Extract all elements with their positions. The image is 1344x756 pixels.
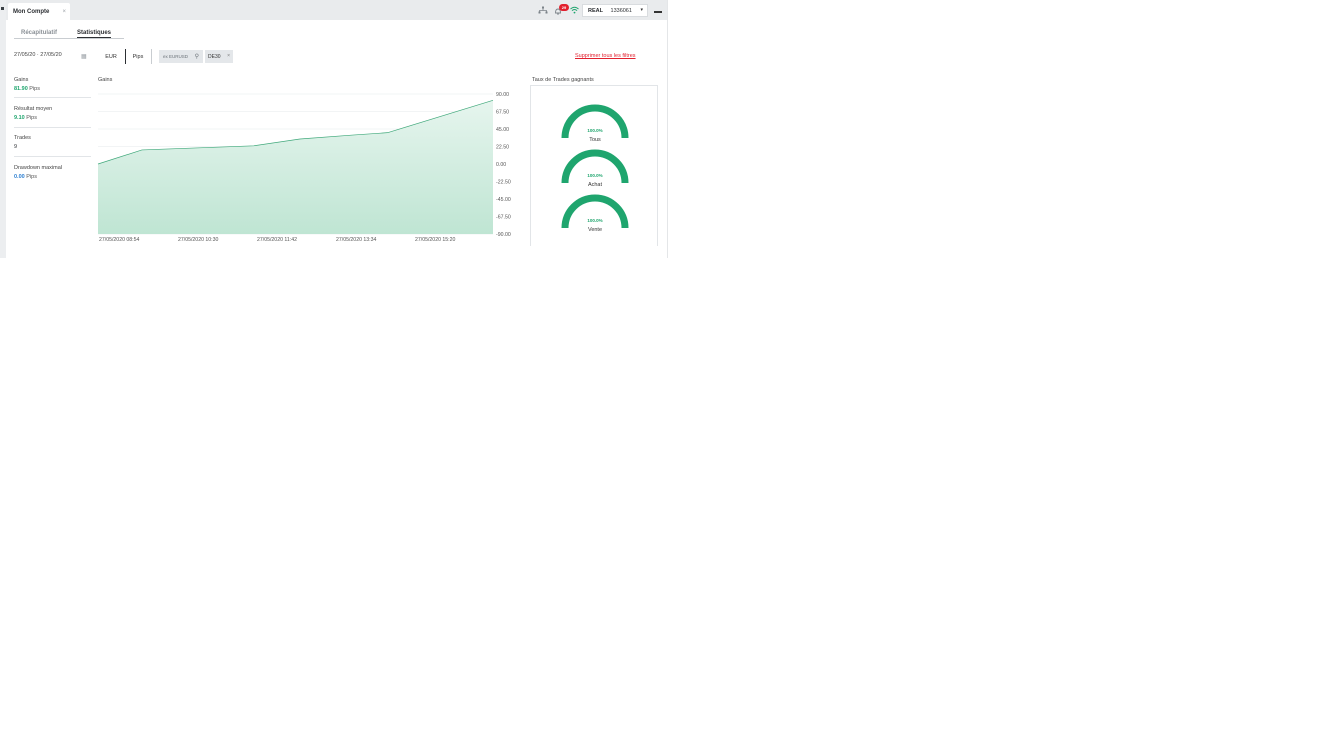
x-tick-label: 27/05/2020 10:30 <box>178 237 219 243</box>
gauge-value: 100.0% <box>587 218 603 223</box>
instrument-chip[interactable]: DE30 × <box>205 50 233 63</box>
gauge-buy: 100.0% Achat <box>560 147 630 189</box>
delete-filters-link[interactable]: Supprimer tous les filtres <box>575 53 636 59</box>
account-selector[interactable]: REAL 1336061 ▾ <box>582 4 648 17</box>
account-type: REAL <box>588 8 603 14</box>
tab-mon-compte[interactable]: Mon Compte × <box>8 3 70 20</box>
gauge-arc <box>561 104 629 139</box>
y-tick-label: 67.50 <box>496 110 509 116</box>
y-tick-label: -22.50 <box>496 180 511 186</box>
network-icon[interactable] <box>538 6 548 15</box>
gauge-label: Tous <box>589 137 601 143</box>
stat-divider <box>14 127 91 128</box>
notification-badge: 29 <box>559 4 569 11</box>
stat-label: Résultat moyen <box>14 106 53 112</box>
date-range-input[interactable]: 27/05/20 · 27/05/20 <box>14 52 62 58</box>
left-rail <box>0 0 6 258</box>
stat-unit: Pips <box>29 86 40 92</box>
winrate-title: Taux de Trades gagnants <box>532 77 594 83</box>
account-number: 1336061 <box>610 8 632 14</box>
tab-label: Mon Compte <box>13 9 50 15</box>
gauge-value: 100.0% <box>587 128 603 133</box>
stat-gains: Gains 81.90 Pips <box>14 77 91 92</box>
gauge-arc <box>561 149 629 184</box>
unit-toggle-pips[interactable]: Pips <box>129 49 147 64</box>
search-icon[interactable]: ⚲ <box>195 53 199 60</box>
stat-average-result: Résultat moyen 9.10 Pips <box>14 106 91 121</box>
y-tick-label: 90.00 <box>496 92 509 98</box>
stat-value: 9 <box>14 144 18 150</box>
x-tick-label: 27/05/2020 11:42 <box>257 237 297 243</box>
search-placeholder: ex EURUSD <box>163 54 189 59</box>
gains-chart-title: Gains <box>98 77 113 83</box>
gauge-label: Achat <box>587 182 603 188</box>
stat-label: Gains <box>14 77 29 83</box>
subtabs: Récapitulatif Statistiques <box>14 30 124 39</box>
app-window: Mon Compte × 29 REAL 1336061 ▾ Récapitul… <box>0 0 668 258</box>
unit-toggle-eur[interactable]: EUR <box>102 49 120 64</box>
instrument-chip-label: DE30 <box>208 54 221 60</box>
stat-divider <box>14 156 91 157</box>
y-tick-label: 22.50 <box>496 145 509 151</box>
rail-marker-icon[interactable] <box>1 7 4 10</box>
gauge-sell: 100.0% Vente <box>560 192 630 234</box>
gauge-arc <box>561 194 629 229</box>
x-tick-label: 27/05/2020 15:20 <box>415 237 456 243</box>
x-tick-label: 27/05/2020 08:54 <box>99 237 140 243</box>
y-tick-label: -90.00 <box>496 232 511 238</box>
minimize-icon[interactable] <box>654 11 662 13</box>
chevron-down-icon: ▾ <box>640 7 643 13</box>
next-section-peek <box>6 255 666 258</box>
stat-value: 0.00 <box>14 174 25 180</box>
stat-label: Drawdown maximal <box>14 165 62 171</box>
stat-value: 9.10 <box>14 115 25 121</box>
gauge-value: 100.0% <box>587 173 603 178</box>
chip-close-icon[interactable]: × <box>227 53 230 59</box>
filter-divider <box>151 49 152 64</box>
gains-chart: 90.00 67.50 45.00 22.50 0.00 -22.50 -45.00 -67.… <box>97 92 511 243</box>
gains-area <box>98 100 493 234</box>
stat-label: Trades <box>14 135 31 141</box>
unit-toggle-divider <box>125 49 126 64</box>
y-tick-label: 45.00 <box>496 127 509 133</box>
tab-recapitulatif[interactable]: Récapitulatif <box>21 30 57 36</box>
y-tick-label: -67.50 <box>496 215 511 221</box>
winrate-panel: 100.0% Tous 100.0% Achat 100.0% Vente <box>530 85 658 246</box>
tab-statistiques[interactable]: Statistiques <box>77 30 112 38</box>
wifi-icon <box>570 6 579 14</box>
stat-max-drawdown: Drawdown maximal 0.00 Pips <box>14 165 91 180</box>
x-tick-label: 27/05/2020 13:34 <box>336 237 377 243</box>
stat-unit: Pips <box>26 174 37 180</box>
tab-close-icon[interactable]: × <box>62 9 66 15</box>
window-topbar: Mon Compte × <box>6 0 667 20</box>
y-tick-label: -45.00 <box>496 197 511 203</box>
stat-trades: Trades 9 <box>14 135 91 150</box>
y-tick-label: 0.00 <box>496 162 506 168</box>
stat-value: 81.90 <box>14 86 28 92</box>
stat-divider <box>14 97 91 98</box>
gauge-all: 100.0% Tous <box>560 102 630 144</box>
instrument-search-input[interactable]: ex EURUSD ⚲ <box>159 50 203 63</box>
stat-unit: Pips <box>26 115 37 121</box>
calendar-icon[interactable]: ▦ <box>81 53 87 60</box>
gauge-label: Vente <box>587 227 603 233</box>
